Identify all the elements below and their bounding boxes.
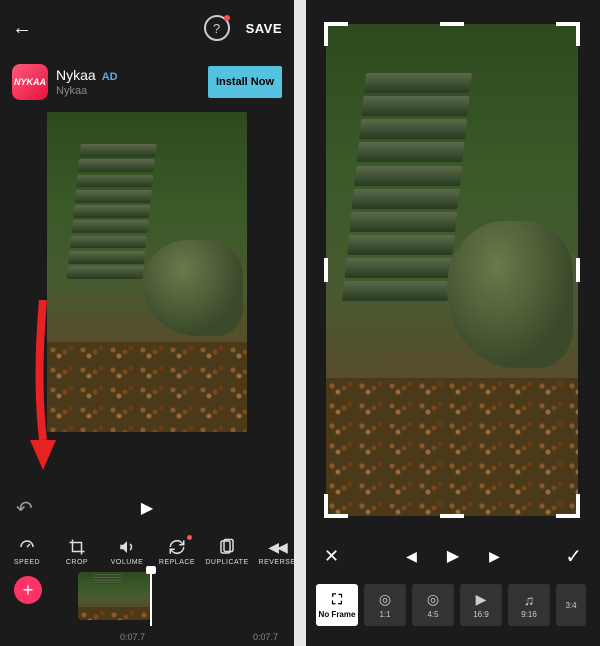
undo-icon[interactable]: ↶ (16, 496, 33, 521)
instagram-icon: ◎ (427, 591, 439, 608)
tool-row: SPEED CROP VOLUME REPLACE DUPLICATE ◀◀RE… (0, 537, 294, 566)
crop-handle-top[interactable] (440, 22, 464, 26)
tool-speed[interactable]: SPEED (2, 537, 52, 566)
cancel-icon[interactable]: ✕ (324, 546, 339, 567)
help-icon[interactable]: ? (204, 15, 230, 41)
play-icon[interactable]: ▶ (141, 498, 153, 518)
ad-app-icon: NYKAA (12, 64, 48, 100)
tool-replace[interactable]: REPLACE (152, 537, 202, 566)
add-button[interactable]: + (14, 576, 42, 604)
playback-row: ↶ ▶ (0, 498, 294, 518)
crop-handle-bl-v[interactable] (324, 494, 328, 518)
ratio-no-frame[interactable]: ⛶No Frame (316, 584, 358, 626)
youtube-icon: ▶ (476, 591, 487, 608)
ratio-4-5[interactable]: ◎4:5 (412, 584, 454, 626)
crop-frame[interactable] (326, 24, 578, 516)
ratio-9-16[interactable]: ♫9:16 (508, 584, 550, 626)
ad-text: NykaaAD Nykaa (56, 66, 200, 98)
expand-icon: ⛶ (332, 591, 342, 608)
save-button[interactable]: SAVE (246, 21, 282, 36)
ratio-1-1[interactable]: ◎1:1 (364, 584, 406, 626)
tool-crop[interactable]: CROP (52, 537, 102, 566)
next-frame-icon[interactable]: ▶ (489, 548, 500, 565)
install-button[interactable]: Install Now (208, 66, 282, 98)
crop-handle-bottom[interactable] (440, 514, 464, 518)
playhead[interactable] (150, 568, 152, 626)
time-start: 0:07.7 (120, 632, 145, 642)
tool-duplicate[interactable]: DUPLICATE (202, 537, 252, 566)
back-icon[interactable]: ← (12, 17, 32, 40)
crop-handle-tl-v[interactable] (324, 22, 328, 46)
ratio-3-4[interactable]: 3:4 (556, 584, 586, 626)
time-end: 0:07.7 (253, 632, 278, 642)
confirm-icon[interactable]: ✓ (565, 544, 582, 569)
crop-controls: ✕ ◀ ▶ ▶ ✓ (306, 546, 600, 566)
aspect-ratio-row: ⛶No Frame ◎1:1 ◎4:5 ▶16:9 ♫9:16 3:4 (306, 576, 600, 634)
prev-frame-icon[interactable]: ◀ (406, 548, 417, 565)
tiktok-icon: ♫ (524, 592, 535, 608)
tool-volume[interactable]: VOLUME (102, 537, 152, 566)
video-preview[interactable] (47, 112, 247, 432)
crop-handle-tr-v[interactable] (576, 22, 580, 46)
ratio-16-9[interactable]: ▶16:9 (460, 584, 502, 626)
top-bar: ← ? SAVE (0, 0, 294, 56)
tool-reverse[interactable]: ◀◀REVERSE (252, 537, 302, 566)
crop-handle-left[interactable] (324, 258, 328, 282)
crop-handle-br-v[interactable] (576, 494, 580, 518)
clip-thumbnail[interactable] (78, 572, 150, 620)
instagram-icon: ◎ (379, 591, 391, 608)
crop-screen: ✕ ◀ ▶ ▶ ✓ ⛶No Frame ◎1:1 ◎4:5 ▶16:9 ♫9:1… (306, 0, 600, 646)
play-icon[interactable]: ▶ (447, 546, 459, 566)
ad-banner[interactable]: NYKAA NykaaAD Nykaa Install Now (0, 56, 294, 112)
editor-screen: ← ? SAVE NYKAA NykaaAD Nykaa Install Now… (0, 0, 306, 646)
crop-handle-right[interactable] (576, 258, 580, 282)
dual-screenshot: ← ? SAVE NYKAA NykaaAD Nykaa Install Now… (0, 0, 600, 646)
timeline[interactable]: + 0:07.7 0:07.7 (0, 568, 294, 646)
